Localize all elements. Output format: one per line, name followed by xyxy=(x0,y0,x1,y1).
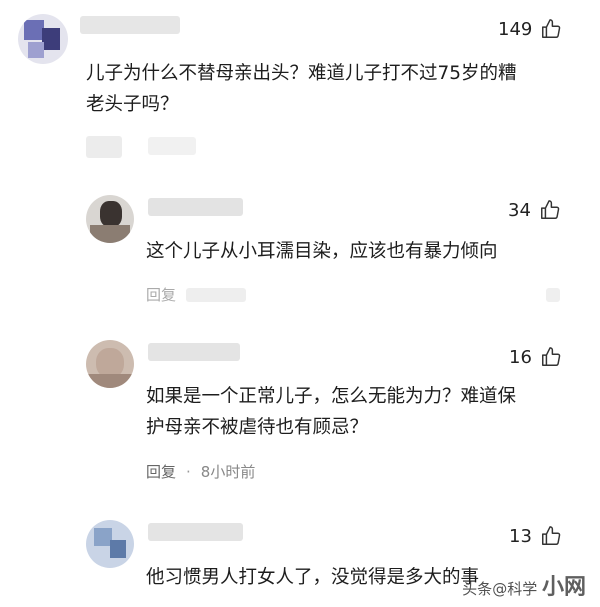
timestamp: 8小时前 xyxy=(200,463,256,481)
avatar[interactable] xyxy=(18,14,68,64)
like-count: 16 xyxy=(509,346,532,368)
meta-blurred xyxy=(86,136,122,158)
like-button[interactable]: 149 xyxy=(498,18,562,40)
watermark: 头条@科学 小网 xyxy=(462,575,586,600)
thumbs-up-icon xyxy=(540,200,560,219)
avatar[interactable] xyxy=(86,340,134,388)
comment-meta: 回复 · 8小时前 xyxy=(146,461,255,482)
thumbs-up-icon xyxy=(541,526,561,545)
like-button[interactable]: 34 xyxy=(508,199,561,221)
avatar[interactable] xyxy=(86,195,134,243)
username-blurred[interactable] xyxy=(148,198,243,216)
more-blurred xyxy=(546,288,560,302)
reply-button[interactable]: 回复 xyxy=(146,461,176,482)
like-count: 13 xyxy=(509,525,532,547)
meta-blurred xyxy=(148,137,196,155)
time-blurred xyxy=(186,287,247,302)
username-blurred[interactable] xyxy=(80,16,180,34)
comment-text: 如果是一个正常儿子，怎么无能为力？难道保 护母亲不被虐待也有顾忌？ xyxy=(146,386,517,438)
thumbs-up-icon xyxy=(541,347,561,366)
comment-text: 这个儿子从小耳濡目染，应该也有暴力倾向 xyxy=(146,241,498,262)
like-count: 149 xyxy=(498,18,533,40)
like-button[interactable]: 16 xyxy=(509,346,562,368)
separator-dot: · xyxy=(186,462,191,481)
reply-button-partial[interactable]: 回复 xyxy=(146,284,176,305)
comment-text: 儿子为什么不替母亲出头？难道儿子打不过75岁的糟 老头子吗？ xyxy=(86,63,517,115)
thumbs-up-icon xyxy=(542,19,561,38)
comment-meta: 回复 xyxy=(146,284,247,305)
like-button[interactable]: 13 xyxy=(509,525,562,547)
username-blurred[interactable] xyxy=(148,343,240,361)
username-blurred[interactable] xyxy=(148,523,243,541)
like-count: 34 xyxy=(508,199,531,221)
avatar[interactable] xyxy=(86,520,134,568)
